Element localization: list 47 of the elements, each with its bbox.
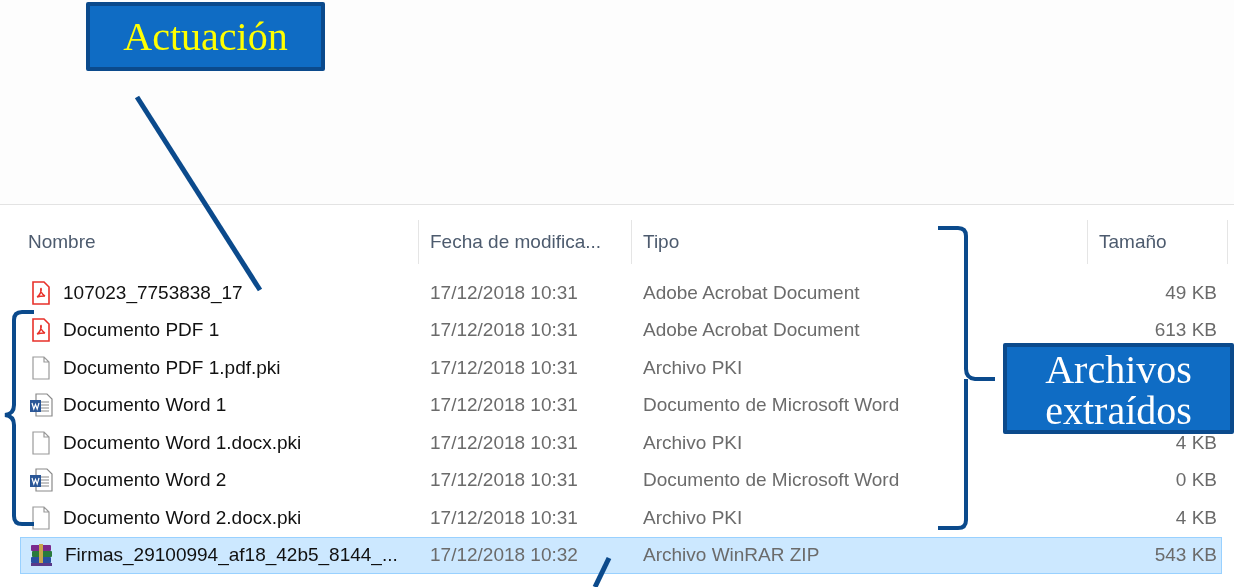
leader-line bbox=[592, 556, 612, 587]
file-type: Adobe Acrobat Document bbox=[642, 281, 861, 304]
file-row[interactable]: 107023_7753838_17 17/12/2018 10:31 Adobe Acrobat Document 49 KB bbox=[20, 274, 1222, 312]
file-row[interactable]: Documento Word 2.docx.pki 17/12/2018 10:31 Archivo PKI 4 KB bbox=[20, 499, 1222, 537]
pdf-file-icon bbox=[31, 318, 51, 343]
modified-date: 17/12/2018 10:31 bbox=[429, 281, 579, 304]
file-size: 4 KB bbox=[1174, 506, 1218, 529]
modified-date: 17/12/2018 10:31 bbox=[429, 319, 579, 342]
file-name: Firmas_29100994_af18_42b5_8144_... bbox=[65, 544, 398, 567]
file-name: Documento Word 1.docx.pki bbox=[63, 431, 302, 454]
file-type: Archivo WinRAR ZIP bbox=[642, 544, 821, 567]
blank-file-icon bbox=[31, 505, 51, 530]
file-size: 49 KB bbox=[1164, 281, 1218, 304]
file-size: 543 KB bbox=[1153, 544, 1218, 567]
callout-tooltip: Archivos extraídos bbox=[1003, 343, 1234, 434]
modified-date: 17/12/2018 10:31 bbox=[429, 356, 579, 379]
column-header[interactable]: Tamaño bbox=[1087, 220, 1228, 264]
column-header[interactable]: Fecha de modifica... bbox=[418, 220, 631, 264]
callout-tooltip: Actuación bbox=[86, 2, 325, 71]
column-header[interactable]: Nombre bbox=[20, 220, 418, 264]
file-name: Documento PDF 1 bbox=[63, 319, 220, 342]
selected-file-row[interactable]: Firmas_29100994_af18_42b5_8144_... 17/12/2018 10:32 Archivo WinRAR ZIP 543 KB bbox=[20, 536, 1222, 574]
blank-file-icon bbox=[31, 430, 51, 455]
file-row[interactable]: Documento Word 2 17/12/2018 10:31 Documento de Microsoft Word 0 KB bbox=[20, 461, 1222, 499]
word-document-icon bbox=[29, 468, 53, 493]
word-document-icon bbox=[29, 393, 53, 418]
file-name: Documento Word 1 bbox=[63, 394, 227, 417]
file-type: Adobe Acrobat Document bbox=[642, 319, 861, 342]
file-size: 4 KB bbox=[1174, 431, 1218, 454]
column-header[interactable]: Tipo bbox=[631, 220, 1087, 264]
file-type: Documento de Microsoft Word bbox=[642, 469, 901, 492]
modified-date: 17/12/2018 10:31 bbox=[429, 506, 579, 529]
file-size: 0 KB bbox=[1174, 469, 1218, 492]
modified-date: 17/12/2018 10:32 bbox=[429, 544, 579, 567]
blank-file-icon bbox=[31, 355, 51, 380]
file-name: 107023_7753838_17 bbox=[63, 281, 243, 304]
modified-date: 17/12/2018 10:31 bbox=[429, 469, 579, 492]
pdf-file-icon bbox=[31, 280, 51, 305]
file-name: Documento Word 2 bbox=[63, 469, 227, 492]
archive-books-icon bbox=[29, 542, 55, 569]
modified-date: 17/12/2018 10:31 bbox=[429, 431, 579, 454]
file-type: Archivo PKI bbox=[642, 431, 744, 454]
file-size: 613 KB bbox=[1153, 319, 1218, 342]
modified-date: 17/12/2018 10:31 bbox=[429, 394, 579, 417]
file-name: Documento Word 2.docx.pki bbox=[63, 506, 302, 529]
file-type: Archivo PKI bbox=[642, 506, 744, 529]
file-name: Documento PDF 1.pdf.pki bbox=[63, 356, 281, 379]
